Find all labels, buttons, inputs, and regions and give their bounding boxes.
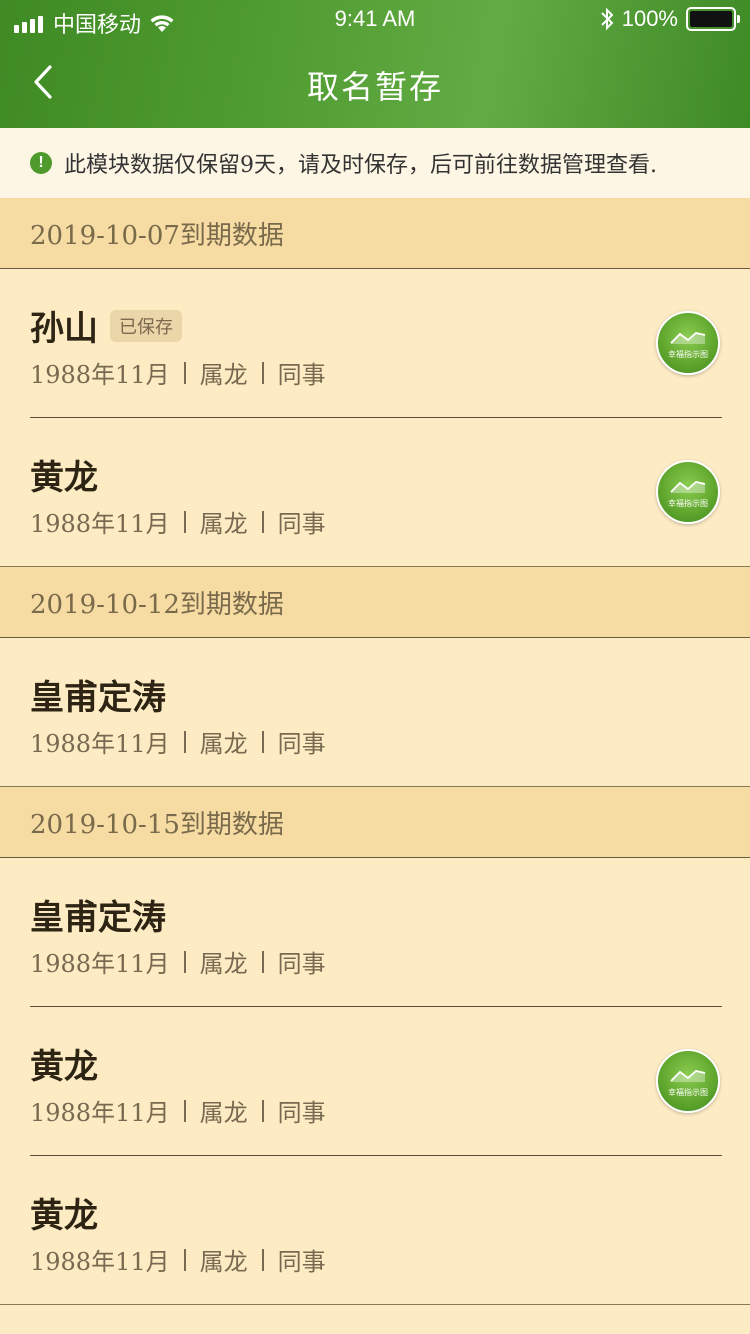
item-name-row: 黄龙 [30, 1188, 98, 1237]
item-birth: 1988年11月 [30, 1248, 170, 1276]
divider [0, 786, 750, 787]
item-name: 黄龙 [30, 458, 98, 498]
trend-chart-icon [670, 331, 706, 344]
nav-header: 中国移动 9:41 AM 100% 取名暂存 [0, 0, 750, 128]
item-meta: 1988年11月 属龙 同事 [30, 355, 326, 390]
battery-percent: 100% [621, 6, 678, 31]
meta-separator [261, 730, 264, 753]
happiness-chart-button[interactable]: 幸福指示图 [656, 460, 720, 524]
notice-text: 此模块数据仅保留9天，请及时保存，后可前往数据管理查看. [64, 153, 657, 178]
happiness-chart-button[interactable]: 幸福指示图 [656, 311, 720, 375]
notice-bar: ! 此模块数据仅保留9天，请及时保存，后可前往数据管理查看. [0, 128, 750, 198]
page-title: 取名暂存 [306, 68, 443, 106]
happiness-chart-label: 幸福指示图 [668, 1087, 708, 1097]
item-name: 黄龙 [30, 1047, 98, 1087]
item-zodiac: 属龙 [199, 1248, 248, 1276]
item-birth: 1988年11月 [30, 361, 170, 389]
meta-separator [183, 1099, 186, 1122]
item-birth: 1988年11月 [30, 1099, 170, 1127]
item-zodiac: 属龙 [199, 950, 248, 978]
list-item[interactable]: 皇甫定涛 1988年11月 属龙 同事 [0, 638, 750, 787]
status-right: 100% [600, 6, 740, 32]
meta-separator [261, 510, 264, 533]
list-item[interactable]: 皇甫定涛 1988年11月 属龙 同事 [0, 858, 750, 1007]
meta-separator [183, 950, 186, 973]
battery-icon [686, 7, 740, 31]
meta-separator [261, 1099, 264, 1122]
item-name-row: 孙山 已保存 [30, 301, 182, 350]
trend-chart-icon [670, 480, 706, 493]
item-name-row: 皇甫定涛 [30, 670, 166, 719]
item-name-row: 皇甫定涛 [30, 890, 166, 939]
meta-separator [183, 361, 186, 384]
divider [0, 1304, 750, 1305]
exclamation-icon: ! [30, 152, 52, 174]
group-header: 2019-10-07到期数据 [0, 198, 750, 269]
status-bar: 中国移动 9:41 AM 100% [0, 0, 750, 40]
item-name: 皇甫定涛 [30, 898, 166, 938]
item-meta: 1988年11月 属龙 同事 [30, 1242, 326, 1277]
item-name-row: 黄龙 [30, 1039, 98, 1088]
item-zodiac: 属龙 [199, 730, 248, 758]
item-birth: 1988年11月 [30, 730, 170, 758]
saved-badge: 已保存 [110, 309, 182, 342]
meta-separator [261, 361, 264, 384]
happiness-chart-label: 幸福指示图 [668, 498, 708, 508]
meta-separator [183, 510, 186, 533]
list-item[interactable]: 孙山 已保存 1988年11月 属龙 同事 幸福指示图 [0, 269, 750, 418]
item-zodiac: 属龙 [199, 510, 248, 538]
item-name: 孙山 [30, 309, 98, 349]
meta-separator [183, 730, 186, 753]
item-name-row: 黄龙 [30, 450, 98, 499]
item-meta: 1988年11月 属龙 同事 [30, 944, 326, 979]
item-meta: 1988年11月 属龙 同事 [30, 724, 326, 759]
item-birth: 1988年11月 [30, 950, 170, 978]
meta-separator [261, 1248, 264, 1271]
item-name: 黄龙 [30, 1196, 98, 1236]
item-meta: 1988年11月 属龙 同事 [30, 504, 326, 539]
item-relation: 同事 [277, 510, 326, 538]
item-zodiac: 属龙 [199, 361, 248, 389]
bluetooth-icon [601, 7, 614, 31]
item-name: 皇甫定涛 [30, 678, 166, 718]
item-meta: 1988年11月 属龙 同事 [30, 1093, 326, 1128]
item-birth: 1988年11月 [30, 510, 170, 538]
group-header: 2019-10-12到期数据 [0, 567, 750, 638]
item-relation: 同事 [277, 950, 326, 978]
item-relation: 同事 [277, 361, 326, 389]
saved-names-list: 2019-10-07到期数据 孙山 已保存 1988年11月 属龙 同事 幸福指示图 黄龙 19… [0, 198, 750, 1305]
happiness-chart-label: 幸福指示图 [668, 349, 708, 359]
item-zodiac: 属龙 [199, 1099, 248, 1127]
meta-separator [261, 950, 264, 973]
trend-chart-icon [670, 1069, 706, 1082]
item-relation: 同事 [277, 1248, 326, 1276]
list-item[interactable]: 黄龙 1988年11月 属龙 同事 幸福指示图 [0, 418, 750, 567]
happiness-chart-button[interactable]: 幸福指示图 [656, 1049, 720, 1113]
divider [0, 566, 750, 567]
meta-separator [183, 1248, 186, 1271]
item-relation: 同事 [277, 730, 326, 758]
list-item[interactable]: 黄龙 1988年11月 属龙 同事 [0, 1156, 750, 1305]
list-item[interactable]: 黄龙 1988年11月 属龙 同事 幸福指示图 [0, 1007, 750, 1156]
group-header: 2019-10-15到期数据 [0, 787, 750, 858]
item-relation: 同事 [277, 1099, 326, 1127]
